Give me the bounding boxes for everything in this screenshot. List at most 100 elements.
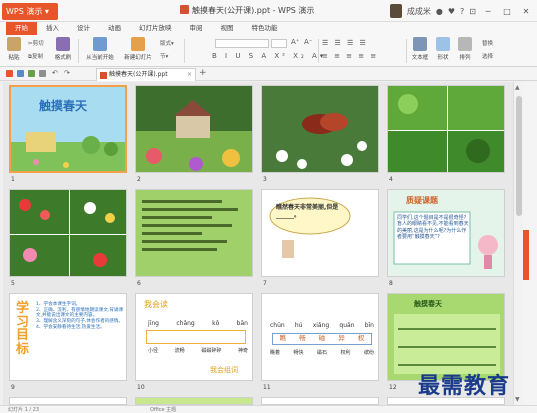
section-button[interactable]: 节▾	[160, 52, 168, 60]
scroll-up-icon[interactable]: ▲	[515, 84, 520, 91]
text-format-toolbar[interactable]: B I U S A X² X₂ A▾	[212, 52, 326, 60]
slide-8-body: 同学们,这个题目是不是很奇怪?盲人的眼睛看不见,不能看到春天的美丽,这是为什么呢…	[397, 215, 469, 240]
redo-icon[interactable]: ↷	[64, 69, 70, 77]
word: 磁石	[316, 350, 327, 356]
slide-number: 3	[263, 176, 267, 183]
close-button[interactable]: ✕	[519, 7, 533, 16]
minimize-button[interactable]: ─	[481, 7, 495, 16]
close-tab-icon[interactable]: ×	[187, 69, 192, 81]
slide-number: 7	[263, 280, 267, 287]
pinyin-row: chūn hú xiǎng quān bīn	[270, 322, 374, 330]
undo-icon[interactable]: ↶	[52, 69, 58, 77]
skin-icon[interactable]: ●	[436, 7, 443, 16]
tab-design[interactable]: 设计	[68, 22, 99, 35]
slide-8[interactable]: 质疑课题 同学们,这个题目是不是很奇怪?盲人的眼睛看不见,不能看到春天的美丽,这…	[387, 189, 505, 277]
pinyin: quān	[339, 322, 355, 329]
copy-button[interactable]: ⧉复制	[28, 52, 43, 61]
word: 流畅	[174, 348, 185, 354]
avatar[interactable]	[389, 4, 402, 18]
textbox-icon	[413, 37, 427, 51]
section-label: 节	[160, 54, 166, 60]
ribbon-divider	[184, 39, 185, 63]
vertical-scrollbar[interactable]: ▲ ▼	[513, 82, 523, 405]
shape-button[interactable]: 形状	[434, 37, 452, 61]
slide-10[interactable]: 我会读 jīng chǎng kǒ bān 小径 流畅 磁磁碎碎 神奇 我会组词	[135, 293, 253, 381]
user-name[interactable]: 成成米	[407, 6, 431, 17]
slide-3[interactable]	[261, 85, 379, 173]
tab-insert[interactable]: 插入	[37, 22, 68, 35]
format-painter-button[interactable]: 格式刷	[52, 37, 74, 61]
slide-5-image	[10, 190, 126, 276]
tab-features[interactable]: 特色功能	[243, 22, 287, 35]
goal-item: 2、正确、流利、有感情地朗读课文,背诵课文,并能说出课文的主要内容。	[36, 307, 124, 319]
select-button[interactable]: 选择	[482, 52, 493, 60]
slide-number: 1	[11, 176, 15, 183]
theme-name: Office 主题	[150, 407, 177, 413]
align-buttons[interactable]: ≡ ≡ ≡ ≡ ≡	[322, 52, 378, 60]
tab-review[interactable]: 审阅	[181, 22, 212, 35]
paste-icon	[7, 37, 21, 51]
arrange-button[interactable]: 排列	[456, 37, 474, 61]
font-family-select[interactable]	[215, 39, 269, 48]
cut-button[interactable]: ✂剪切	[28, 39, 44, 47]
tab-home[interactable]: 开始	[6, 22, 37, 35]
window-title: 触摸春天(公开课).ppt - WPS 演示	[180, 5, 314, 16]
from-current-button[interactable]: 从当前开始	[82, 37, 118, 61]
tab-slideshow[interactable]: 幻灯片放映	[130, 22, 181, 35]
slide-7-bubble-text: 瞧然春天非常美丽,但是______。	[276, 204, 339, 219]
slide-6[interactable]	[135, 189, 253, 277]
document-title: 触摸春天(公开课).ppt - WPS 演示	[192, 6, 315, 15]
print-icon[interactable]	[39, 70, 46, 77]
new-tab-icon[interactable]: +	[199, 68, 207, 78]
slide-1[interactable]: 触摸春天	[9, 85, 127, 173]
slide-number: 10	[137, 384, 145, 391]
document-tab[interactable]: 触摸春天(公开课).ppt ×	[96, 68, 196, 81]
slide-9[interactable]: 学习目标 1、学会本课生字词。 2、正确、流利、有感情地朗读课文,背诵课文,并能…	[9, 293, 127, 381]
slide-14-partial[interactable]	[135, 397, 253, 405]
replace-button[interactable]: 替换	[482, 39, 493, 47]
open-icon[interactable]	[17, 70, 24, 77]
slide-15-partial[interactable]	[261, 397, 379, 405]
slide-10-footer: 我会组词	[210, 366, 238, 374]
slide-4-image	[388, 86, 504, 172]
scroll-thumb[interactable]	[516, 96, 522, 216]
cart-icon[interactable]: ♥	[448, 7, 455, 16]
wps-window: WPS 演示 ▾ 触摸春天(公开课).ppt - WPS 演示 成成米 ● ♥ …	[0, 0, 537, 413]
layout-icon[interactable]: ⊡	[469, 7, 476, 16]
list-buttons[interactable]: ☰ ☰ ☰ ☰	[322, 39, 368, 47]
char: 磁	[318, 334, 326, 342]
slide-4[interactable]	[387, 85, 505, 173]
slide-6-image	[136, 190, 252, 276]
app-menu-button[interactable]: WPS 演示 ▾	[2, 3, 58, 20]
slide-5[interactable]	[9, 189, 127, 277]
new-icon[interactable]	[6, 70, 13, 77]
new-slide-button[interactable]: 新建幻灯片	[120, 37, 156, 61]
slide-2-image	[136, 86, 252, 172]
slide-number: 11	[263, 384, 271, 391]
ribbon-divider	[318, 39, 319, 63]
help-icon[interactable]: ?	[460, 7, 464, 16]
ppt-file-icon	[180, 5, 189, 14]
paste-button[interactable]: 粘贴	[6, 37, 22, 61]
slide-2[interactable]	[135, 85, 253, 173]
ribbon-divider	[406, 39, 407, 63]
copy-label: 复制	[31, 54, 43, 60]
scroll-down-icon[interactable]: ▼	[515, 396, 520, 403]
char: 瞧	[279, 334, 287, 342]
new-slide-icon	[131, 37, 145, 51]
tab-animation[interactable]: 动画	[99, 22, 130, 35]
grow-font-icon[interactable]: A⁺	[291, 38, 299, 46]
save-icon[interactable]	[28, 70, 35, 77]
textbox-button[interactable]: 文本框	[410, 37, 430, 61]
status-bar: 幻灯片 1 / 23 Office 主题	[0, 405, 537, 413]
tab-view[interactable]: 视图	[212, 22, 243, 35]
pinyin: kǒ	[212, 320, 220, 327]
slide-13-partial[interactable]	[9, 397, 127, 405]
font-size-select[interactable]	[271, 39, 287, 48]
maximize-button[interactable]: □	[500, 7, 514, 16]
layout-button[interactable]: 版式▾	[160, 39, 174, 47]
slide-11[interactable]: chūn hú xiǎng quān bīn 瞧 畅 磁 异 权 瞧着 畅快 磁石 权利 缤纷	[261, 293, 379, 381]
side-panel-tab[interactable]	[523, 230, 529, 280]
shrink-font-icon[interactable]: A⁻	[304, 38, 312, 46]
slide-7[interactable]: 瞧然春天非常美丽,但是______。	[261, 189, 379, 277]
